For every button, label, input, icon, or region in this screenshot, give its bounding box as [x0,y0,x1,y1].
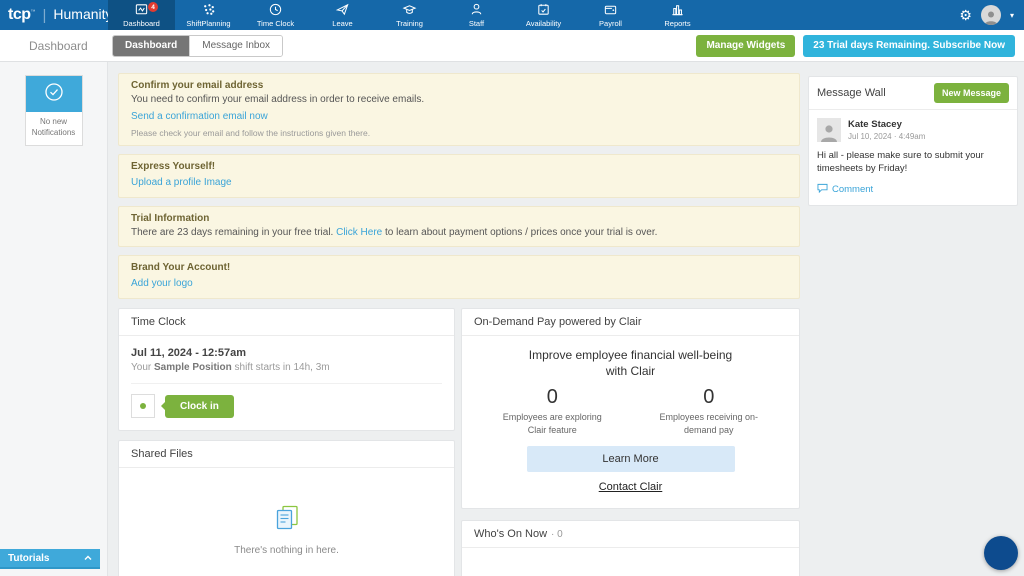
comment-bubble-icon [817,183,828,196]
nav-item-dashboard[interactable]: 4 Dashboard [108,0,175,30]
notifications-widget-header [26,76,82,112]
shiftplanning-icon [201,2,216,17]
shared-files-empty-text: There's nothing in here. [234,545,339,556]
nav-item-availability[interactable]: Availability [510,0,577,30]
staff-icon [469,2,484,17]
settings-gear-icon[interactable]: ⚙ [959,8,972,22]
main-content: Confirm your email address You need to c… [108,62,1024,576]
next-shift-info: Your Sample Position shift starts in 14h… [131,362,442,373]
main-column: Confirm your email address You need to c… [118,73,800,576]
upload-profile-image-link[interactable]: Upload a profile Image [131,177,232,188]
page-header: Dashboard Dashboard Message Inbox Manage… [0,30,1024,62]
post-author-avatar [817,118,841,142]
reports-icon [670,2,685,17]
add-logo-link[interactable]: Add your logo [131,278,193,289]
nav-item-payroll[interactable]: Payroll [577,0,644,30]
send-confirmation-email-link[interactable]: Send a confirmation email now [131,111,268,122]
user-avatar[interactable] [981,5,1001,25]
notice-express-yourself: Express Yourself! Upload a profile Image [118,154,800,198]
shared-files-widget: Shared Files There's nothing in here. [118,440,455,576]
new-message-button[interactable]: New Message [934,83,1009,103]
page-title: Dashboard [0,39,108,53]
left-sidebar: No new Notifications Tutorials [0,62,108,576]
clock-in-button[interactable]: Clock in [165,395,234,418]
stat-receiving: 0 Employees receiving on-demand pay [631,386,788,435]
wall-post: Kate Stacey Jul 10, 2024 · 4:49am Hi all… [809,110,1017,205]
notice-trial-information: Trial Information There are 23 days rema… [118,206,800,247]
leave-icon [335,2,350,17]
notice-confirm-email: Confirm your email address You need to c… [118,73,800,146]
topnav-right: ⚙ ▾ [959,0,1024,30]
humanity-logo: Humanity® [53,6,116,24]
nav-item-training[interactable]: Training [376,0,443,30]
message-wall-widget: Message Wall New Message Kate Stacey Jul… [808,76,1018,206]
shared-files-title: Shared Files [119,441,454,468]
message-wall-title: Message Wall [817,87,886,99]
header-actions: Manage Widgets 23 Trial days Remaining. … [696,35,1024,57]
nav-item-time-clock[interactable]: Time Clock [242,0,309,30]
divider [131,383,442,384]
post-timestamp: Jul 10, 2024 · 4:49am [848,132,925,141]
clock-status-indicator [131,394,155,418]
current-datetime: Jul 11, 2024 - 12:57am [131,347,442,359]
user-menu-caret-icon[interactable]: ▾ [1010,11,1014,20]
whos-on-now-title: Who's On Now [474,528,547,540]
tcp-logo: tcp™ [8,6,36,24]
training-icon [402,2,417,17]
time-clock-title: Time Clock [119,309,454,336]
post-author-name: Kate Stacey [848,119,925,130]
tab-dashboard[interactable]: Dashboard [113,36,189,56]
dashboard-tabs: Dashboard Message Inbox [112,35,283,57]
ondemand-pay-widget: On-Demand Pay powered by Clair Improve e… [461,308,800,509]
stat-exploring: 0 Employees are exploring Clair feature [474,386,631,435]
post-text: Hi all - please make sure to submit your… [817,149,1009,176]
ondemand-headline: Improve employee financial well-being wi… [474,347,787,379]
check-circle-icon [43,81,65,108]
top-navigation: tcp™ | Humanity® 4 Dashboard ShiftPlanni… [0,0,1024,30]
dashboard-icon [134,2,149,17]
nav-item-shiftplanning[interactable]: ShiftPlanning [175,0,242,30]
learn-more-button[interactable]: Learn More [527,446,735,472]
time-clock-widget: Time Clock Jul 11, 2024 - 12:57am Your S… [118,308,455,431]
tab-message-inbox[interactable]: Message Inbox [189,36,282,56]
payroll-icon [603,2,618,17]
notifications-widget[interactable]: No new Notifications [25,75,83,146]
documents-icon [272,503,302,538]
logo-divider: | [43,7,47,24]
no-notifications-label: No new Notifications [26,112,82,145]
ondemand-pay-title: On-Demand Pay powered by Clair [462,309,799,336]
tutorials-label: Tutorials [8,553,49,564]
whos-on-now-widget: Who's On Now · 0 Looks like no one is at… [461,520,800,576]
chevron-up-icon [84,553,92,564]
trial-subscribe-button[interactable]: 23 Trial days Remaining. Subscribe Now [803,35,1015,57]
nav-item-reports[interactable]: Reports [644,0,711,30]
nav-item-leave[interactable]: Leave [309,0,376,30]
availability-icon [536,2,551,17]
chat-help-button[interactable] [984,536,1018,570]
status-dot [140,403,146,409]
notification-badge: 4 [148,2,158,12]
click-here-link[interactable]: Click Here [336,227,382,238]
time-clock-icon [268,2,283,17]
comment-link[interactable]: Comment [817,183,1009,196]
tutorials-toggle[interactable]: Tutorials [0,549,100,569]
brand-logo[interactable]: tcp™ | Humanity® [0,0,108,30]
notice-brand-account: Brand Your Account! Add your logo [118,255,800,299]
whos-on-now-count: · 0 [551,529,563,540]
nav-item-staff[interactable]: Staff [443,0,510,30]
manage-widgets-button[interactable]: Manage Widgets [696,35,795,57]
contact-clair-link[interactable]: Contact Clair [599,481,663,493]
